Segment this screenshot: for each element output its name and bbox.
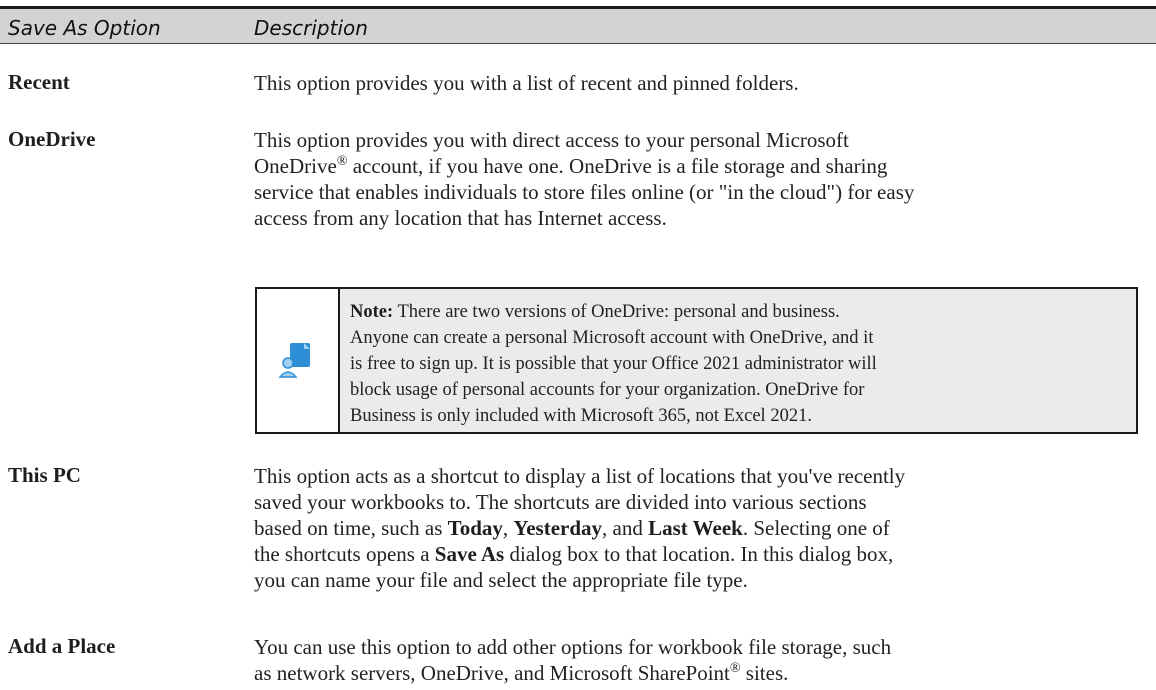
- row-term-add-a-place: Add a Place: [8, 634, 116, 658]
- description-line: as network servers, OneDrive, and Micros…: [254, 660, 1144, 686]
- description-line: service that enables individuals to stor…: [254, 180, 915, 204]
- row-description-this-pc: This option acts as a shortcut to displa…: [254, 463, 1144, 593]
- document-user-icon: [278, 343, 310, 378]
- text-run: OneDrive: [254, 154, 337, 178]
- note-line: block usage of personal accounts for you…: [350, 380, 865, 400]
- table-header: Save As Option Description: [0, 6, 1156, 44]
- text-run: account, if you have one. OneDrive is a …: [347, 154, 888, 178]
- description-line: This option provides you with a list of …: [254, 71, 799, 95]
- note-text: Note: There are two versions of OneDrive…: [350, 299, 1130, 429]
- text-run: dialog box to that location. In this dia…: [504, 542, 894, 566]
- description-line: access from any location that has Intern…: [254, 206, 667, 230]
- description-line: you can name your file and select the ap…: [254, 568, 748, 592]
- description-line: OneDrive® account, if you have one. OneD…: [254, 153, 1144, 179]
- bold-term-last-week: Last Week: [648, 516, 743, 540]
- description-line: the shortcuts opens a Save As dialog box…: [254, 541, 1144, 567]
- column-header-description: Description: [254, 16, 368, 40]
- note-icon-cell: [257, 289, 340, 432]
- description-line: This option acts as a shortcut to displa…: [254, 464, 906, 488]
- description-line: based on time, such as Today, Yesterday,…: [254, 515, 1144, 541]
- text-run: based on time, such as: [254, 516, 448, 540]
- note-label: Note:: [350, 302, 394, 322]
- bold-term-today: Today: [447, 516, 503, 540]
- text-run: the shortcuts opens a: [254, 542, 435, 566]
- note-line: is free to sign up. It is possible that …: [350, 354, 877, 374]
- description-line: You can use this option to add other opt…: [254, 635, 892, 659]
- description-line: saved your workbooks to. The shortcuts a…: [254, 490, 867, 514]
- text-run: There are two versions of OneDrive: pers…: [393, 302, 840, 322]
- bold-term-save-as: Save As: [434, 542, 505, 566]
- registered-mark: ®: [729, 661, 741, 676]
- row-term-this-pc: This PC: [8, 463, 81, 487]
- text-run: . Selecting one of: [742, 516, 890, 540]
- text-run: sites.: [740, 661, 789, 685]
- description-line: This option provides you with direct acc…: [254, 128, 849, 152]
- column-header-save-as-option: Save As Option: [8, 16, 161, 40]
- note-box: Note: There are two versions of OneDrive…: [255, 287, 1138, 434]
- note-line: Business is only included with Microsoft…: [350, 406, 812, 426]
- row-term-recent: Recent: [8, 70, 70, 94]
- row-description-onedrive: This option provides you with direct acc…: [254, 127, 1144, 231]
- row-description-add-a-place: You can use this option to add other opt…: [254, 634, 1144, 686]
- row-description-recent: This option provides you with a list of …: [254, 70, 1144, 96]
- note-line: Anyone can create a personal Microsoft a…: [350, 328, 874, 348]
- bold-term-yesterday: Yesterday: [513, 516, 603, 540]
- text-run: ,: [502, 516, 514, 540]
- row-term-onedrive: OneDrive: [8, 127, 96, 151]
- registered-mark: ®: [336, 154, 348, 169]
- text-run: , and: [602, 516, 649, 540]
- note-line: Note: There are two versions of OneDrive…: [350, 299, 1130, 325]
- text-run: as network servers, OneDrive, and Micros…: [254, 661, 730, 685]
